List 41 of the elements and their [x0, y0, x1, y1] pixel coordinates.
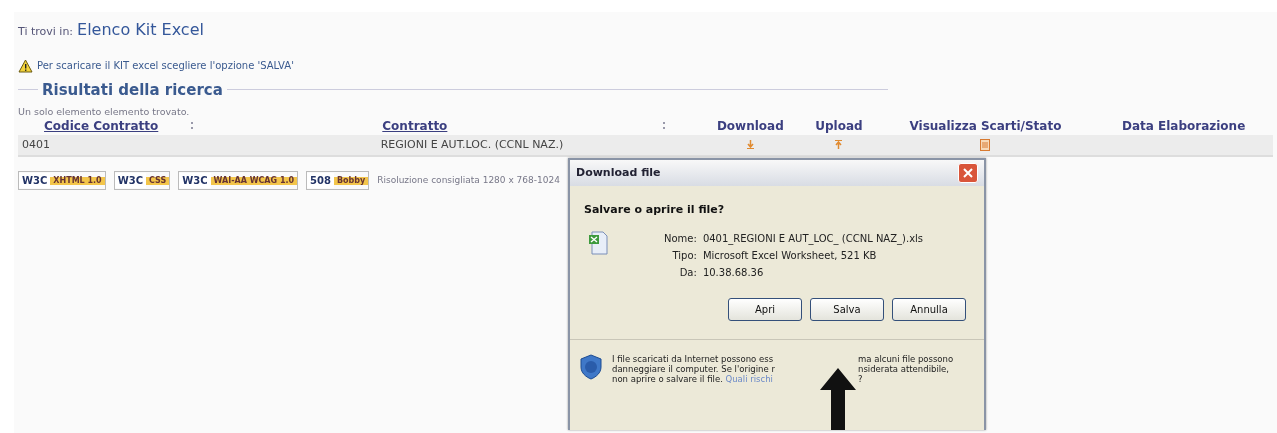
sort-icon[interactable]	[190, 122, 195, 131]
dialog-question: Salvare o aprire il file?	[584, 202, 726, 218]
resolution-note: Risoluzione consigliata 1280 x 768-1024	[377, 174, 560, 187]
dialog-title: Download file	[576, 164, 661, 181]
field-label: Tipo:	[671, 248, 697, 263]
result-count: Un solo elemento elemento trovato.	[18, 104, 190, 119]
column-header: Visualizza Scarti/Stato	[909, 118, 1062, 133]
download-icon[interactable]	[746, 140, 754, 150]
column-header: Upload	[815, 118, 863, 133]
field-value: 0401_REGIONI E AUT_LOC_ (CCNL NAZ_).xls	[702, 231, 924, 246]
table-cell: 0401	[22, 137, 50, 151]
close-button[interactable]	[958, 163, 978, 183]
warning-text: ma alcuni file possono nsiderata attendibile, ?	[858, 353, 954, 385]
document-icon[interactable]	[980, 138, 991, 151]
shield-icon	[580, 353, 602, 380]
validation-badge[interactable]: W3C XHTML 1.0	[18, 171, 106, 191]
field-label: Da:	[678, 265, 697, 280]
validation-badge[interactable]: 508 Bobby	[306, 171, 370, 191]
field-value: 10.38.68.36	[702, 265, 765, 280]
validation-badge[interactable]: W3C CSS	[113, 171, 171, 191]
validation-badge[interactable]: W3C WAI-AA WCAG 1.0	[178, 171, 299, 191]
sort-icon[interactable]	[662, 122, 667, 131]
dialog-button[interactable]: Annulla	[892, 297, 966, 321]
upload-icon[interactable]	[835, 140, 843, 150]
close-icon[interactable]	[963, 168, 973, 178]
notice-text: Per scaricare il KIT excel scegliere l'opzione 'SALVA'	[37, 59, 294, 73]
field-value: Microsoft Excel Worksheet, 521 KB	[702, 248, 878, 263]
warning-icon	[18, 58, 33, 73]
field-label: Nome:	[664, 231, 697, 246]
breadcrumb-label: Ti trovi in:	[18, 24, 74, 40]
excel-file-icon	[588, 230, 608, 255]
column-header: Data Elaborazione	[1121, 118, 1246, 133]
column-header: Download	[716, 118, 784, 133]
dialog-button[interactable]: Apri	[728, 297, 802, 321]
arrow-icon	[818, 368, 858, 430]
warning-text: I file scaricati da Internet possono ess danneggiare il computer. Se l'origine r non aprire o salvare il file. Quali rischi	[612, 353, 776, 385]
column-header-link[interactable]: Contratto	[382, 118, 448, 133]
column-header-link[interactable]: Codice Contratto	[44, 118, 159, 133]
table-cell: REGIONI E AUT.LOC. (CCNL NAZ.)	[380, 137, 564, 151]
dialog-button[interactable]: Salva	[810, 297, 884, 321]
breadcrumb-link[interactable]: Elenco Kit Excel	[77, 18, 204, 42]
